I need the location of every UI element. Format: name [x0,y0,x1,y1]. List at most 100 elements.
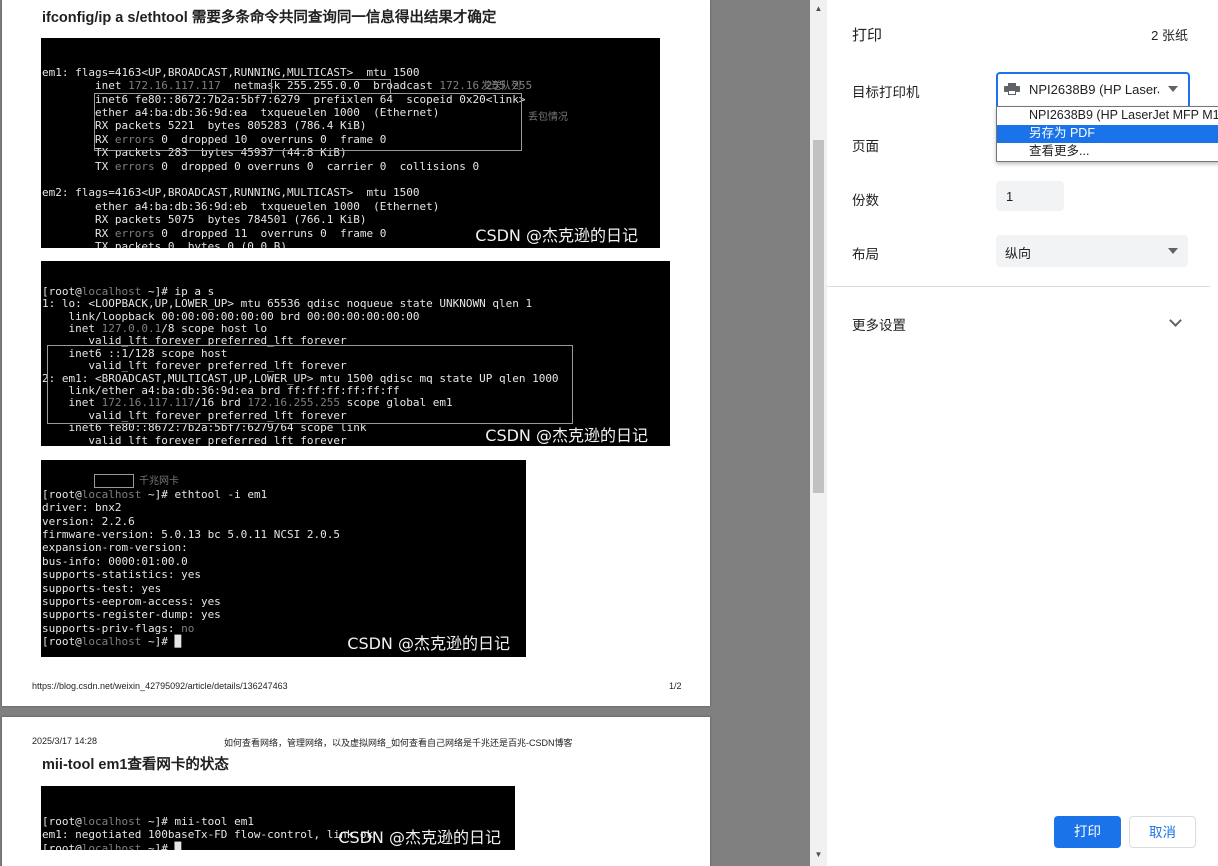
terminal-line: driver: bnx2 [41,501,526,514]
terminal-line: TX errors 0 dropped 0 overruns 0 carrier… [41,160,660,173]
driver-highlight-box [94,474,134,488]
terminal-line: version: 2.2.6 [41,515,526,528]
copies-label: 份数 [852,193,879,208]
terminal-text: [root@ [42,487,82,501]
terminal-text: supports-eeprom-access: yes [42,595,221,609]
terminal-text: 172.16.117.117 [128,79,221,93]
terminal-text: [root@ [42,284,82,298]
terminal-text: 127.0.0.1 [101,322,162,336]
chevron-down-icon [1168,248,1178,254]
layout-select[interactable]: 纵向 [996,235,1188,267]
preview-page-2: 2025/3/17 14:28 如何查看网络，管理网络，以及虚拟网络_如何查看自… [2,717,710,866]
terminal-text: inet [42,322,102,336]
terminal-text: em2: flags=4163<UP,BROADCAST,RUNNING,MUL… [42,186,420,200]
terminal-text: RX packets 5075 bytes 784501 (766.1 KiB) [42,213,367,227]
scroll-down-arrow-icon[interactable]: ▼ [810,846,827,864]
terminal-line: em1: flags=4163<UP,BROADCAST,RUNNING,MUL… [41,66,660,79]
terminal-text: supports-priv-flags: [42,621,182,635]
terminal-line: firmware-version: 5.0.13 bc 5.0.11 NCSI … [41,528,526,541]
terminal-line: expansion-rom-version: [41,541,526,554]
terminal-text: valid_lft forever preferred_lft forever [42,433,347,446]
terminal-text: ether a4:ba:db:36:9d:eb txqueuelen 1000 … [42,199,440,213]
footer-url: https://blog.csdn.net/weixin_42795092/ar… [32,681,288,691]
destination-option-save-pdf[interactable]: 另存为 PDF [997,125,1218,143]
terminal-text: errors [114,226,155,240]
terminal-text: ~]# mii-tool em1 [141,814,254,828]
terminal-text: ~]# ip a s [141,284,215,298]
terminal-line: supports-statistics: yes [41,568,526,581]
ethtool-terminal: [root@localhost ~]# ethtool -i em1 driver… [41,460,526,657]
terminal-text: errors [114,159,155,173]
scroll-up-arrow-icon[interactable]: ▲ [810,0,827,18]
header-title: 如何查看网络，管理网络，以及虚拟网络_如何查看自己网络是千兆还是百兆-CSDN博… [224,738,573,748]
terminal-text: 0 dropped 0 overruns 0 carrier 0 collisi… [154,159,480,173]
cancel-button[interactable]: 取消 [1129,816,1196,848]
divider [827,286,1210,287]
annotation-gigabit-nic: 千兆网卡 [139,476,179,487]
copies-value: 1 [1006,189,1014,204]
destination-value: NPI2638B9 (HP LaserJet [1029,82,1159,97]
sheet-count: 2 张纸 [1151,28,1188,43]
preview-page-1: ifconfig/ip a s/ethtool 需要多条命令共同查询同一信息得出… [2,0,710,706]
terminal-text: /8 scope host lo [161,322,268,336]
terminal-text: localhost [81,814,142,828]
pages-label: 页面 [852,139,879,154]
destination-label: 目标打印机 [852,85,920,100]
rx-tx-highlight-box [94,93,522,151]
terminal-text: driver: bnx2 [42,501,122,515]
mii-tool-terminal: [root@localhost ~]# mii-tool em1 em1: neg… [41,786,515,850]
chevron-down-icon [1168,86,1178,92]
terminal-text: supports-register-dump: yes [42,608,221,622]
ifconfig-terminal: em1: flags=4163<UP,BROADCAST,RUNNING,MUL… [41,38,660,248]
terminal-text: 0 dropped 11 overruns 0 frame 0 [154,226,387,240]
layout-label: 布局 [852,247,879,262]
more-settings-toggle[interactable]: 更多设置 [852,314,906,334]
watermark: CSDN @杰克逊的日记 [347,633,510,653]
terminal-text: em1: flags=4163<UP,BROADCAST,RUNNING,MUL… [42,65,420,79]
terminal-line: em2: flags=4163<UP,BROADCAST,RUNNING,MUL… [41,186,660,199]
watermark: CSDN @杰克逊的日记 [475,225,638,245]
terminal-text: localhost [81,487,142,501]
destination-select[interactable]: NPI2638B9 (HP LaserJet [996,72,1190,109]
annotation-send-queue: 发送队列 [481,81,521,92]
terminal-text: TX packets 0 bytes 0 (0.0 B) [42,240,288,248]
terminal-text: [root@ [42,841,82,850]
print-preview-area: ifconfig/ip a s/ethtool 需要多条命令共同查询同一信息得出… [0,0,827,866]
layout-value: 纵向 [1005,246,1032,261]
print-button[interactable]: 打印 [1054,816,1121,848]
section-heading: ifconfig/ip a s/ethtool 需要多条命令共同查询同一信息得出… [42,10,497,26]
terminal-line: RX packets 5075 bytes 784501 (766.1 KiB) [41,213,660,226]
terminal-line: [root@localhost ~]# mii-tool em1 [41,815,515,828]
terminal-text: [root@ [42,635,82,649]
footer-page-number: 1/2 [669,681,682,691]
terminal-text: RX [42,226,115,240]
terminal-text: ~]# ethtool -i em1 [141,487,268,501]
terminal-text: ~]# █ [141,635,182,649]
chevron-down-icon[interactable] [1169,314,1182,327]
terminal-line: bus-info: 0000:01:00.0 [41,555,526,568]
terminal-line: supports-register-dump: yes [41,608,526,621]
terminal-text: supports-statistics: yes [42,568,201,582]
preview-scroll-thumb[interactable] [813,140,824,493]
terminal-text: version: 2.2.6 [42,514,135,528]
destination-option-see-more[interactable]: 查看更多... [997,143,1218,161]
printer-icon [1004,83,1020,95]
em1-highlight-box [47,345,573,424]
copies-input[interactable]: 1 [996,181,1064,211]
terminal-text: supports-test: yes [42,581,162,595]
terminal-line: ether a4:ba:db:36:9d:eb txqueuelen 1000 … [41,200,660,213]
terminal-text: localhost [81,841,142,850]
terminal-text: localhost [81,284,142,298]
terminal-line: [root@localhost ~]# ethtool -i em1 [41,488,526,501]
terminal-text: ~]# █ [141,841,182,850]
terminal-text: TX [42,159,115,173]
destination-option-printer[interactable]: NPI2638B9 (HP LaserJet MFP M13 [997,107,1218,125]
header-date: 2025/3/17 14:28 [32,736,98,746]
watermark: CSDN @杰克逊的日记 [485,425,648,445]
watermark: CSDN @杰克逊的日记 [338,827,501,847]
terminal-text: firmware-version: 5.0.13 bc 5.0.11 NCSI … [42,528,341,542]
txqueuelen-highlight-box [271,79,391,94]
terminal-line: supports-test: yes [41,582,526,595]
terminal-text: no [181,621,195,635]
